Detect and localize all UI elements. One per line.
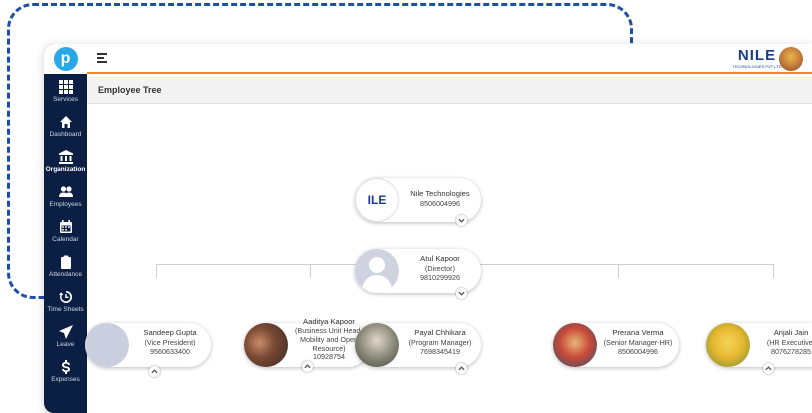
tree-node-report[interactable]: Payal Chhikara (Program Manager) 7698345…	[355, 323, 481, 367]
node-name: Anjali Jain	[773, 328, 809, 337]
node-name: Atul Kapoor	[420, 254, 460, 263]
users-icon	[58, 186, 73, 197]
node-role: (Vice President)	[144, 337, 196, 347]
bank-icon	[58, 150, 73, 164]
sidebar-item-employees[interactable]: Employees	[44, 179, 87, 214]
sidebar-item-label: Leave	[56, 341, 75, 348]
chevron-up-icon	[304, 364, 311, 369]
calendar-icon	[59, 220, 72, 233]
node-name: Payal Chhikara	[414, 328, 466, 337]
top-bar: NILE TECHNOLOGIES PVT LTD	[87, 44, 812, 74]
sidebar-item-attendance[interactable]: Attendance	[44, 249, 87, 284]
brand-subtext: TECHNOLOGIES PVT LTD	[732, 64, 782, 69]
node-name: Aaditya Kapoor	[303, 317, 355, 326]
node-phone: 8506004996	[618, 347, 658, 356]
sidebar-item-label: Organization	[45, 166, 86, 173]
chevron-down-icon	[458, 218, 465, 223]
node-role: (Senior Manager-HR)	[603, 337, 673, 347]
sidebar-item-label: Employees	[49, 201, 82, 208]
expand-toggle-report[interactable]	[149, 366, 160, 377]
page-title: Employee Tree	[98, 85, 162, 95]
node-name: Prerana Verma	[612, 328, 664, 337]
sidebar-item-organization[interactable]: Organization	[44, 144, 87, 179]
sidebar-item-time-sheets[interactable]: Time Sheets	[44, 284, 87, 319]
app-logo-icon: p	[53, 47, 78, 71]
node-role: (HR Executive)	[766, 337, 812, 347]
collapse-toggle-director[interactable]	[456, 288, 467, 299]
connector-line	[618, 264, 619, 278]
send-icon	[58, 325, 73, 339]
node-phone: 8506004996	[420, 198, 460, 208]
node-phone: 9560633400	[150, 347, 190, 356]
sidebar-item-label: Dashboard	[49, 131, 82, 138]
app-window: p Services Dashboard Organization Employ…	[44, 44, 812, 413]
collapse-toggle-root[interactable]	[456, 215, 467, 226]
connector-line	[310, 264, 311, 278]
company-logo-photo: ILE	[355, 178, 399, 222]
expand-toggle-report[interactable]	[456, 363, 467, 374]
sidebar-item-leave[interactable]: Leave	[44, 319, 87, 354]
home-icon	[59, 116, 72, 128]
tree-node-report[interactable]: Anjali Jain (HR Executive) 8076278285	[706, 323, 812, 367]
connector-line	[773, 264, 774, 278]
tree-node-director[interactable]: Atul Kapoor (Director) 9810299926	[355, 249, 481, 293]
brand-text: NILE	[737, 47, 777, 64]
sidebar-item-services[interactable]: Services	[44, 74, 87, 109]
company-logo: NILE TECHNOLOGIES PVT LTD	[732, 48, 782, 72]
node-phone: 9810299926	[420, 273, 460, 282]
employee-photo	[355, 323, 399, 367]
expand-toggle-report[interactable]	[302, 361, 313, 372]
node-role: (Director)	[425, 263, 455, 273]
sidebar: p Services Dashboard Organization Employ…	[44, 44, 87, 413]
money-icon	[61, 360, 70, 374]
chevron-down-icon	[458, 291, 465, 296]
chevron-up-icon	[765, 366, 772, 371]
page-header: Employee Tree	[87, 76, 812, 104]
grid-icon	[58, 80, 73, 94]
hamburger-menu-icon[interactable]	[97, 53, 107, 63]
tree-node-report[interactable]: Prerana Verma (Senior Manager-HR) 850600…	[553, 323, 679, 367]
sidebar-item-label: Calendar	[52, 236, 79, 243]
expand-toggle-report[interactable]	[763, 363, 774, 374]
default-avatar-photo	[355, 249, 399, 293]
screenshot-stage: p Services Dashboard Organization Employ…	[0, 0, 812, 413]
employee-photo	[85, 323, 129, 367]
sidebar-item-label: Services	[53, 96, 78, 103]
app-logo[interactable]: p	[44, 44, 87, 74]
sidebar-item-calendar[interactable]: Calendar	[44, 214, 87, 249]
node-name: Sandeep Gupta	[143, 328, 197, 337]
node-role: (Program Manager)	[408, 337, 472, 347]
sidebar-item-dashboard[interactable]: Dashboard	[44, 109, 87, 144]
history-icon	[58, 290, 72, 303]
sidebar-item-label: Time Sheets	[47, 306, 84, 313]
tree-node-report[interactable]: Sandeep Gupta (Vice President) 956063340…	[85, 323, 211, 367]
employee-tree: ILE Nile Technologies 8506004996 Atul Ka…	[85, 104, 812, 413]
sidebar-item-label: Expenses	[51, 376, 80, 383]
node-name: Nile Technologies	[410, 189, 470, 198]
chevron-up-icon	[151, 369, 158, 374]
user-avatar[interactable]	[779, 47, 803, 71]
connector-line	[156, 264, 157, 278]
sidebar-nav: Services Dashboard Organization Employee…	[44, 74, 87, 389]
employee-photo	[706, 323, 750, 367]
node-phone: 7698345419	[420, 347, 460, 356]
node-phone: 8076278285	[771, 347, 811, 356]
sidebar-item-expenses[interactable]: Expenses	[44, 354, 87, 389]
employee-photo	[553, 323, 597, 367]
employee-photo	[244, 323, 288, 367]
chevron-up-icon	[458, 366, 465, 371]
sidebar-item-label: Attendance	[49, 271, 82, 278]
clipboard-icon	[60, 255, 71, 269]
